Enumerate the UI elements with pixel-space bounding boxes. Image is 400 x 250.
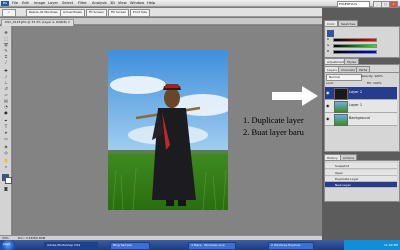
- slider-r-label: R: [327, 37, 330, 41]
- layer-row[interactable]: ◉ Layer 1: [325, 100, 397, 113]
- 3d-rotate-tool-icon[interactable]: ◈: [2, 144, 10, 149]
- blend-mode-select[interactable]: Normal: [326, 74, 362, 81]
- layer-row[interactable]: ◉ Background: [325, 113, 397, 126]
- opacity-field[interactable]: Opacity: 100%: [361, 74, 383, 78]
- clone-stamp-tool-icon[interactable]: ⊥: [2, 80, 10, 85]
- lock-label: Lock:: [326, 81, 334, 85]
- path-select-tool-icon[interactable]: ➤: [2, 130, 10, 135]
- arrow-right-icon: [272, 86, 318, 106]
- eye-icon[interactable]: ◉: [326, 103, 331, 108]
- taskbar: start Adobe Photoshop CS4 Blog Sample 4 …: [0, 240, 400, 250]
- photo-image: [108, 50, 228, 210]
- layer-name: Layer 1: [349, 103, 363, 107]
- color-panel: R G B: [324, 26, 400, 58]
- fill-screen-button[interactable]: Fill Screen: [108, 9, 130, 17]
- menu-window[interactable]: Window: [130, 0, 144, 7]
- menu-3d[interactable]: 3D: [110, 0, 115, 7]
- slider-g[interactable]: [333, 44, 377, 48]
- taskbar-item[interactable]: 2 Windows Explorer: [268, 242, 314, 250]
- panel-foreground-swatch[interactable]: [327, 30, 334, 37]
- annotation-line-2: 2. Buat layer baru: [243, 127, 304, 137]
- layer-thumbnail: [334, 88, 348, 100]
- marquee-tool-icon[interactable]: ⬚: [2, 36, 10, 41]
- print-size-button[interactable]: Print Size: [130, 9, 151, 17]
- resize-windows-checkbox[interactable]: Resize All Windows: [26, 9, 61, 17]
- eye-icon[interactable]: ◉: [326, 90, 331, 95]
- menu-edit[interactable]: Edit: [22, 0, 29, 7]
- clock[interactable]: 11:09 PM: [384, 243, 398, 247]
- start-label: start: [3, 242, 10, 246]
- history-item[interactable]: New Layer: [325, 182, 397, 188]
- gradient-tool-icon[interactable]: ▤: [2, 98, 10, 103]
- taskbar-item[interactable]: Blog Sample: [110, 242, 150, 250]
- dodge-tool-icon[interactable]: ●: [2, 110, 10, 115]
- healing-tool-icon[interactable]: ✚: [2, 68, 10, 73]
- layer-name: Background: [349, 116, 370, 120]
- blur-tool-icon[interactable]: ◔: [2, 104, 10, 109]
- slider-r[interactable]: [333, 38, 377, 42]
- quick-select-tool-icon[interactable]: ✎: [2, 48, 10, 53]
- type-tool-icon[interactable]: T: [2, 124, 10, 129]
- fit-screen-button[interactable]: Fit Screen: [86, 9, 107, 17]
- menu-file[interactable]: File: [12, 0, 18, 7]
- taskbar-item[interactable]: 4 Mere - Windows Live: [188, 242, 236, 250]
- start-button[interactable]: start: [0, 240, 16, 250]
- document-photo[interactable]: [108, 50, 228, 210]
- background-color-swatch[interactable]: [5, 177, 12, 184]
- slider-g-label: G: [327, 43, 330, 47]
- layer-name: Layer 2: [349, 90, 363, 94]
- menu-filter[interactable]: Filter: [78, 0, 87, 7]
- photoshop-logo-icon: Ps: [1, 1, 9, 6]
- layer-thumbnail: [334, 114, 348, 126]
- crop-tool-icon[interactable]: ⌗: [2, 54, 10, 59]
- close-button[interactable]: x: [389, 1, 398, 8]
- fill-field[interactable]: Fill: 100%: [367, 81, 382, 85]
- history-item[interactable]: Snapshot: [325, 163, 397, 169]
- menu-help[interactable]: Help: [147, 0, 155, 7]
- eye-icon[interactable]: ◉: [326, 116, 331, 121]
- menu-image[interactable]: Image: [34, 0, 45, 7]
- zoom-icon[interactable]: ⌕: [2, 164, 10, 169]
- hand-tool-icon[interactable]: ✋: [2, 158, 10, 163]
- actual-pixels-button[interactable]: Actual Pixels: [60, 9, 85, 17]
- toolbox: ✥ ⬚ ➰ ✎ ⌗ ⁄ ✚ ∕ ⊥ ↺ ▱ ▤ ◔ ● ✒ T ➤ ▭ ◈ ◎ …: [0, 26, 12, 235]
- layers-panel: Normal Opacity: 100% Lock: Fill: 100% ◉ …: [324, 72, 400, 152]
- history-brush-tool-icon[interactable]: ↺: [2, 86, 10, 91]
- brush-tool-icon[interactable]: ∕: [2, 74, 10, 79]
- slider-b[interactable]: [333, 50, 377, 54]
- right-panel-dock: Color Swatches R G B Adjustments Styles …: [322, 8, 400, 240]
- zoom-tool-icon[interactable]: ⌕: [2, 9, 16, 17]
- 3d-orbit-tool-icon[interactable]: ◎: [2, 150, 10, 155]
- document-tab-bar: DSC_0123.JPG @ 33.3% (Layer 2, RGB/8) ×: [0, 18, 322, 26]
- eyedropper-tool-icon[interactable]: ⁄: [2, 60, 10, 65]
- document-tab[interactable]: DSC_0123.JPG @ 33.3% (Layer 2, RGB/8) ×: [1, 19, 75, 26]
- taskbar-item[interactable]: Adobe Photoshop CS4: [44, 242, 98, 250]
- lasso-tool-icon[interactable]: ➰: [2, 42, 10, 47]
- menu-select[interactable]: Select: [62, 0, 73, 7]
- system-tray: 11:09 PM: [344, 240, 400, 250]
- layer-thumbnail: [334, 101, 348, 113]
- history-panel: Snapshot Open Duplicate Layer New Layer: [324, 160, 400, 202]
- annotation-line-1: 1. Duplicate layer: [243, 115, 304, 125]
- menu-analysis[interactable]: Analysis: [92, 0, 107, 7]
- menu-view[interactable]: View: [118, 0, 127, 7]
- menu-layer[interactable]: Layer: [48, 0, 58, 7]
- eraser-tool-icon[interactable]: ▱: [2, 92, 10, 97]
- menu-bar: Ps File Edit Image Layer Select Filter A…: [0, 0, 400, 8]
- layer-row[interactable]: ◉ Layer 2: [325, 87, 397, 100]
- slider-b-label: B: [327, 49, 330, 53]
- workspace-switcher[interactable]: ESSENTIALS: [337, 1, 370, 8]
- quick-mask-icon[interactable]: ◙: [2, 186, 10, 191]
- pen-tool-icon[interactable]: ✒: [2, 118, 10, 123]
- move-tool-icon[interactable]: ✥: [2, 30, 10, 35]
- shape-tool-icon[interactable]: ▭: [2, 136, 10, 141]
